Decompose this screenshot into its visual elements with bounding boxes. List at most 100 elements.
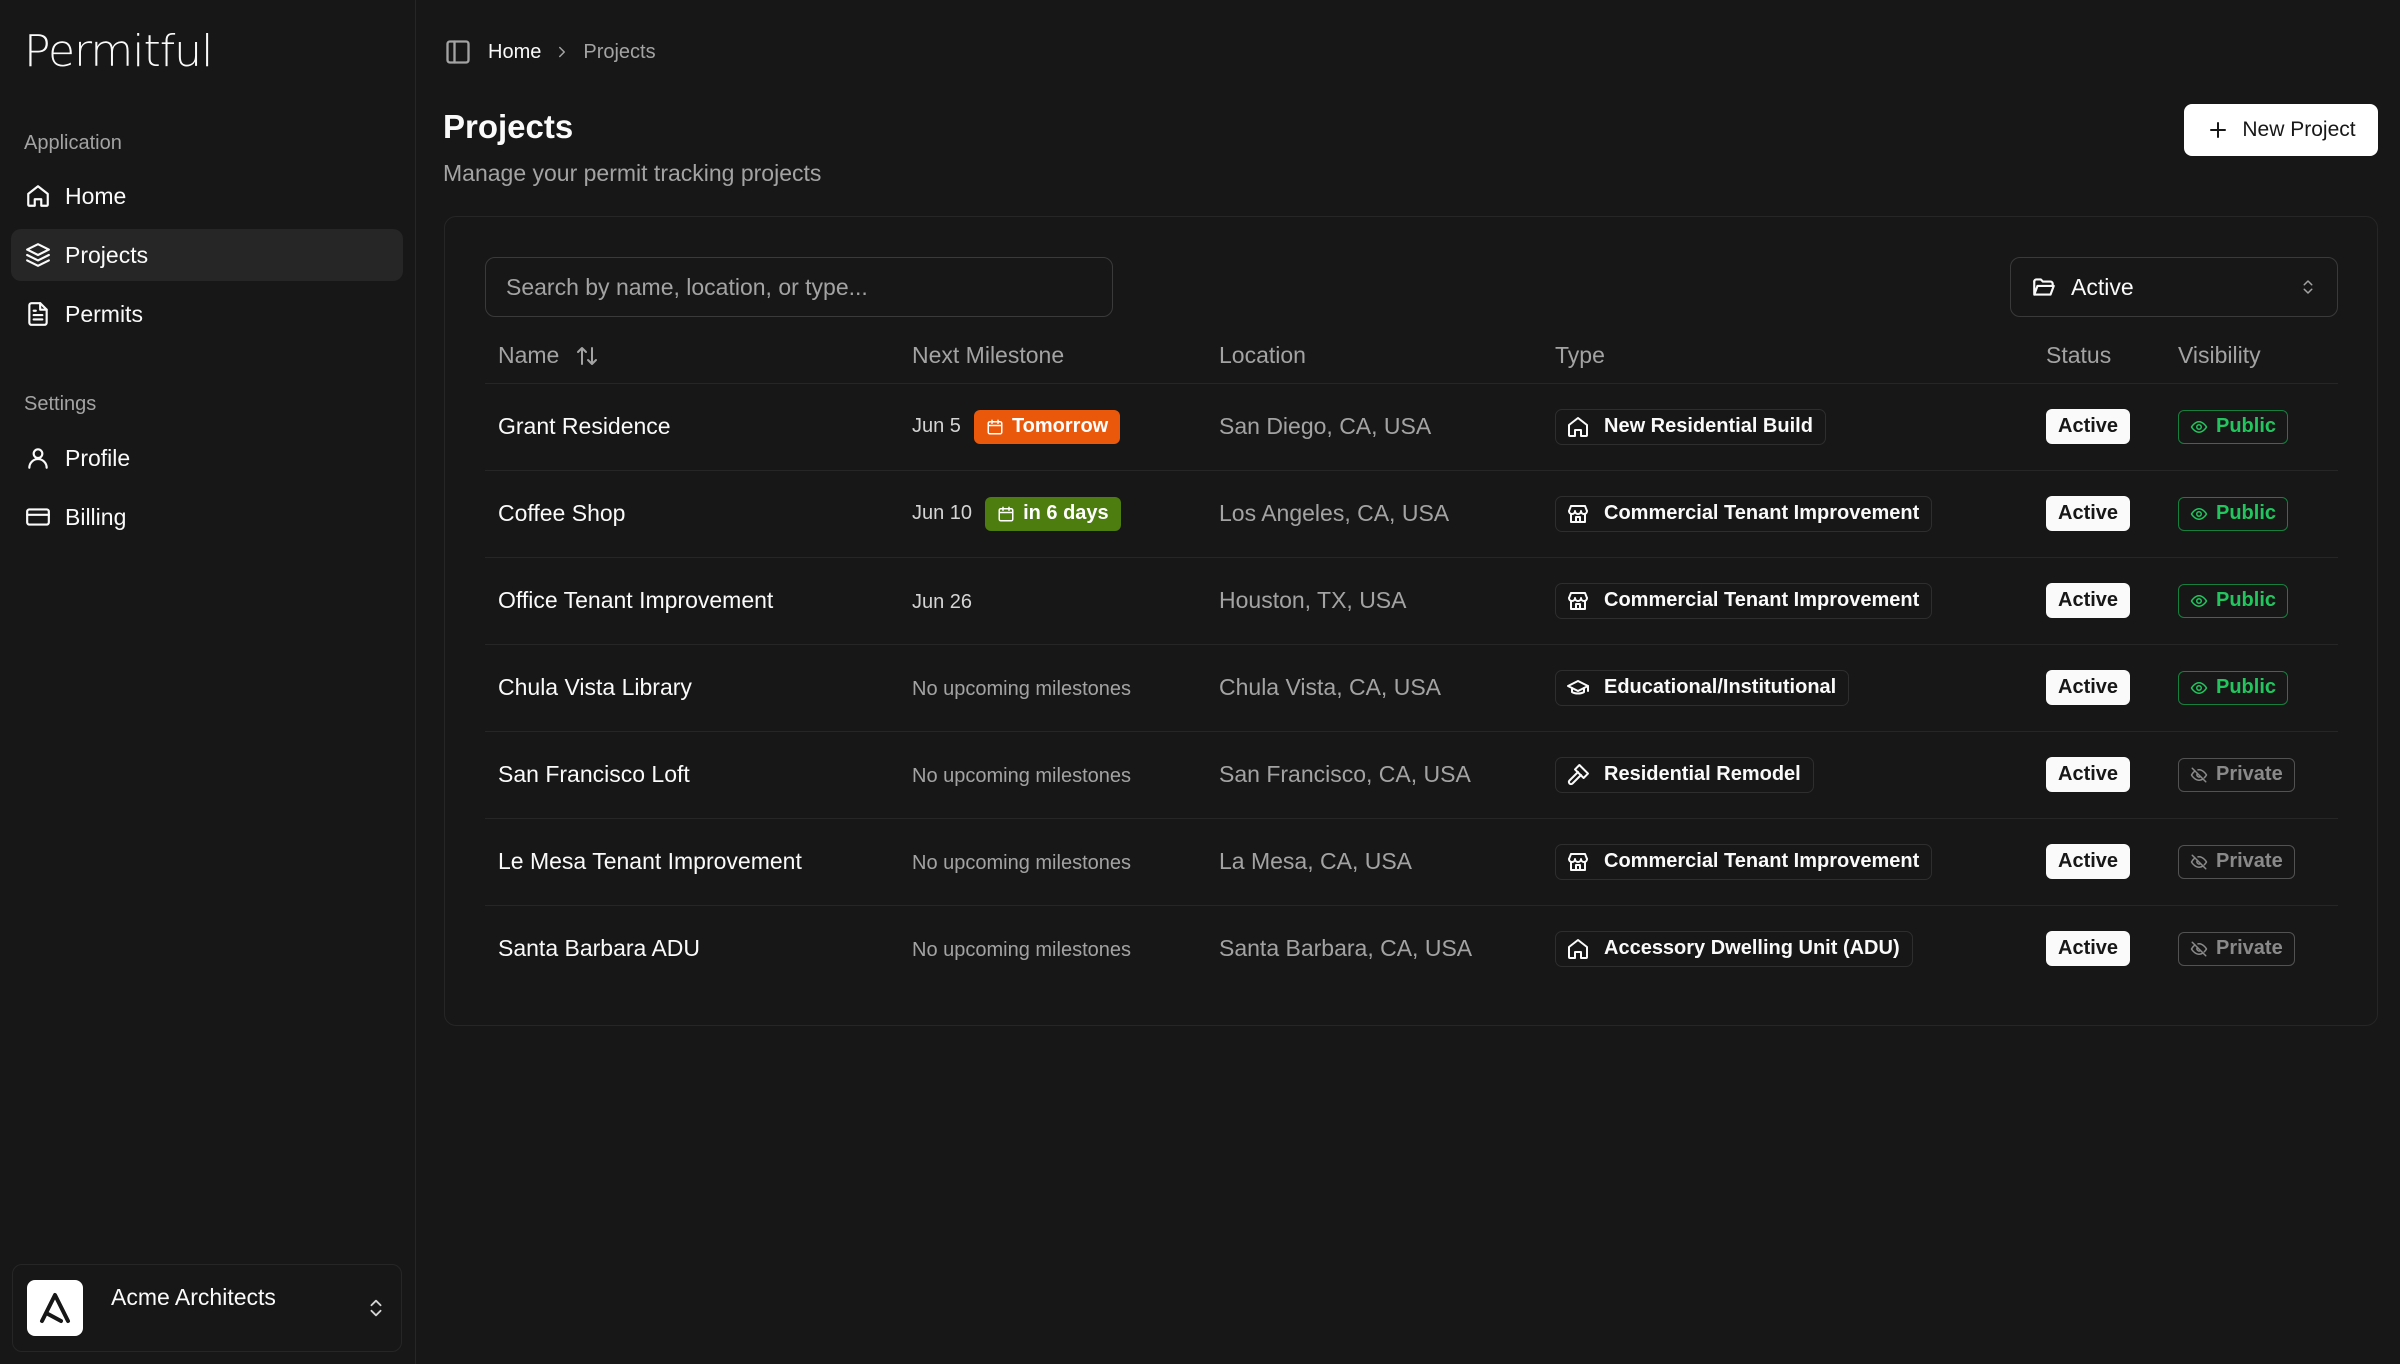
milestone-date: Jun 5 (912, 415, 961, 437)
status-cell: Active (2033, 731, 2165, 819)
sidebar-item-label: Projects (65, 241, 149, 268)
store-icon (1568, 852, 1588, 871)
type-cell: Commercial Tenant Improvement (1542, 818, 2033, 906)
visibility-cell: Public (2165, 557, 2338, 645)
visibility-cell: Public (2165, 644, 2338, 732)
type-cell: Accessory Dwelling Unit (ADU) (1542, 905, 2033, 992)
status-badge: Active (2046, 670, 2131, 705)
visibility-label: Private (2216, 763, 2283, 785)
org-switcher[interactable]: Acme Architects (12, 1264, 402, 1352)
visibility-cell: Private (2165, 818, 2338, 906)
project-name[interactable]: Santa Barbara ADU (485, 905, 899, 992)
sidebar-item-projects[interactable]: Projects (11, 229, 403, 281)
visibility-badge: Public (2178, 670, 2289, 705)
project-location: La Mesa, CA, USA (1206, 818, 1542, 906)
project-name[interactable]: Chula Vista Library (485, 644, 899, 732)
project-location: San Diego, CA, USA (1206, 383, 1542, 471)
visibility-label: Public (2216, 589, 2277, 611)
sidebar-item-label: Billing (65, 503, 127, 530)
visibility-label: Public (2216, 676, 2277, 698)
sidebar-item-home[interactable]: Home (11, 170, 403, 222)
next-milestone-cell: No upcoming milestones (899, 818, 1206, 906)
projects-table: Name Next Milestone Location Type Status… (485, 329, 2338, 992)
user-icon (28, 448, 48, 469)
next-milestone-cell: No upcoming milestones (899, 731, 1206, 819)
next-milestone-cell: Jun 26 (899, 557, 1206, 645)
milestone-empty: No upcoming milestones (912, 765, 1131, 787)
home-icon (27, 185, 49, 207)
eye-icon (2190, 420, 2208, 433)
next-milestone-cell: Jun 5 Tomorrow (899, 383, 1206, 471)
milestone-empty: No upcoming milestones (912, 939, 1131, 962)
type-label: Accessory Dwelling Unit (ADU) (1604, 937, 1900, 960)
type-label: Educational/Institutional (1604, 676, 1837, 698)
column-header-name[interactable]: Name (485, 329, 899, 384)
visibility-badge: Private (2178, 844, 2295, 879)
visibility-cell: Private (2165, 905, 2338, 992)
table-row[interactable]: Grant Residence Jun 5 Tomorrow San Diego, C… (485, 383, 2338, 471)
table-row[interactable]: San Francisco Loft No upcoming milestones… (485, 731, 2338, 819)
milestone-badge: in 6 days (985, 496, 1121, 531)
table-row[interactable]: Office Tenant Improvement Jun 26 Houston, … (485, 557, 2338, 645)
sidebar-toggle-icon[interactable] (444, 38, 472, 66)
visibility-badge: Private (2178, 757, 2295, 792)
page-title: Projects (443, 108, 574, 145)
visibility-cell: Private (2165, 731, 2338, 819)
visibility-badge: Public (2178, 409, 2289, 444)
graduation-cap-icon (1567, 679, 1589, 694)
type-label: Commercial Tenant Improvement (1604, 502, 1920, 524)
milestone-date: Jun 10 (912, 502, 973, 524)
next-milestone-cell: No upcoming milestones (899, 905, 1206, 992)
status-cell: Active (2033, 905, 2165, 992)
new-project-label: New Project (2242, 118, 2356, 141)
status-badge: Active (2046, 757, 2131, 792)
next-milestone-cell: No upcoming milestones (899, 644, 1206, 732)
type-badge: Educational/Institutional (1555, 669, 1850, 706)
sort-icon[interactable] (575, 344, 599, 368)
type-badge: Commercial Tenant Improvement (1555, 495, 1933, 532)
sidebar-item-permits[interactable]: Permits (11, 288, 403, 340)
project-name[interactable]: Coffee Shop (485, 470, 899, 558)
table-row[interactable]: Santa Barbara ADU No upcoming milestones S… (485, 905, 2338, 992)
plus-icon (2210, 122, 2227, 138)
column-header-status: Status (2033, 329, 2165, 384)
status-filter-select[interactable]: Active (2010, 257, 2338, 317)
breadcrumb-home[interactable]: Home (488, 41, 541, 64)
sidebar-item-profile[interactable]: Profile (11, 432, 403, 484)
project-name[interactable]: Office Tenant Improvement (485, 557, 899, 645)
calendar-icon (998, 506, 1014, 521)
org-logo (27, 1280, 83, 1336)
type-label: New Residential Build (1604, 415, 1813, 437)
status-badge: Active (2046, 583, 2131, 618)
status-badge: Active (2046, 931, 2131, 967)
type-cell: Commercial Tenant Improvement (1542, 557, 2033, 645)
project-name[interactable]: San Francisco Loft (485, 731, 899, 819)
project-location: San Francisco, CA, USA (1206, 731, 1542, 819)
new-project-button[interactable]: New Project (2184, 104, 2378, 156)
status-cell: Active (2033, 818, 2165, 906)
search-input[interactable] (485, 257, 1113, 317)
sidebar-item-billing[interactable]: Billing (11, 491, 403, 543)
type-label: Commercial Tenant Improvement (1604, 850, 1920, 872)
org-logo-icon (40, 1293, 70, 1323)
status-badge: Active (2046, 844, 2131, 879)
column-header-label: Name (498, 342, 560, 369)
milestone-empty: No upcoming milestones (912, 678, 1131, 700)
column-header-next-milestone: Next Milestone (899, 329, 1206, 384)
project-name[interactable]: Le Mesa Tenant Improvement (485, 818, 899, 906)
project-name[interactable]: Grant Residence (485, 383, 899, 471)
layers-icon (26, 243, 50, 267)
eye-icon (2190, 681, 2208, 694)
house-icon (1568, 938, 1588, 959)
sidebar-item-label: Profile (65, 444, 131, 471)
project-location: Chula Vista, CA, USA (1206, 644, 1542, 732)
table-row[interactable]: Coffee Shop Jun 10 in 6 days Los Angeles, C… (485, 470, 2338, 558)
house-icon (1568, 416, 1588, 437)
app-logo[interactable]: Permitful (24, 26, 213, 77)
chevron-right-icon (559, 46, 566, 58)
type-badge: Commercial Tenant Improvement (1555, 582, 1933, 619)
table-row[interactable]: Chula Vista Library No upcoming milestone… (485, 644, 2338, 732)
table-row[interactable]: Le Mesa Tenant Improvement No upcoming mi… (485, 818, 2338, 906)
eye-off-icon (2190, 941, 2208, 957)
eye-off-icon (2190, 767, 2208, 782)
